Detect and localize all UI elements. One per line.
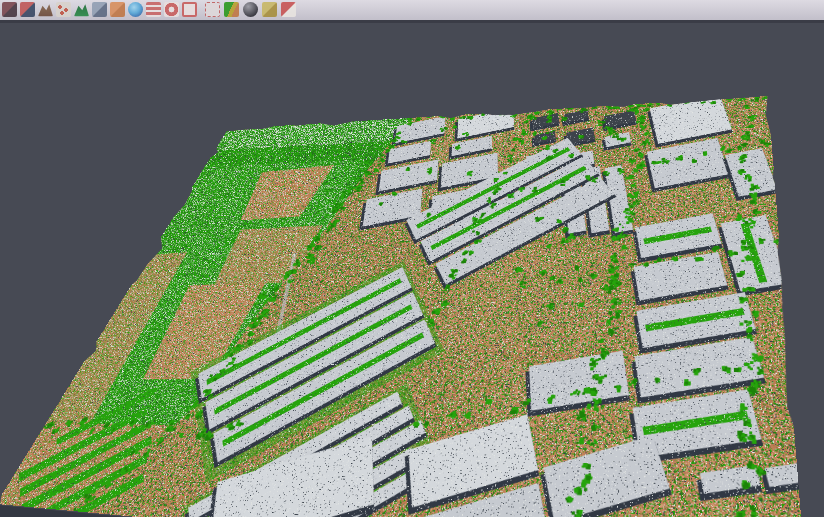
open-icon[interactable]: [2, 2, 17, 17]
target-icon[interactable]: [164, 2, 179, 17]
viewport-3d[interactable]: [0, 23, 824, 517]
ortho-icon[interactable]: [110, 2, 125, 17]
list-icon[interactable]: [146, 2, 161, 17]
points-icon[interactable]: [56, 2, 71, 17]
terrain-side-face: [0, 23, 824, 517]
import-icon[interactable]: [20, 2, 35, 17]
globe-icon[interactable]: [128, 2, 143, 17]
classification-icon[interactable]: [224, 2, 239, 17]
select-area-icon[interactable]: [205, 2, 220, 17]
terrain-icon[interactable]: [38, 2, 53, 17]
profile-icon[interactable]: [92, 2, 107, 17]
sphere-view-icon[interactable]: [243, 2, 258, 17]
toolbar: [0, 0, 824, 23]
surface-icon[interactable]: [74, 2, 89, 17]
measure-icon[interactable]: [262, 2, 277, 17]
extent-icon[interactable]: [182, 2, 197, 17]
flag-icon[interactable]: [281, 2, 296, 17]
